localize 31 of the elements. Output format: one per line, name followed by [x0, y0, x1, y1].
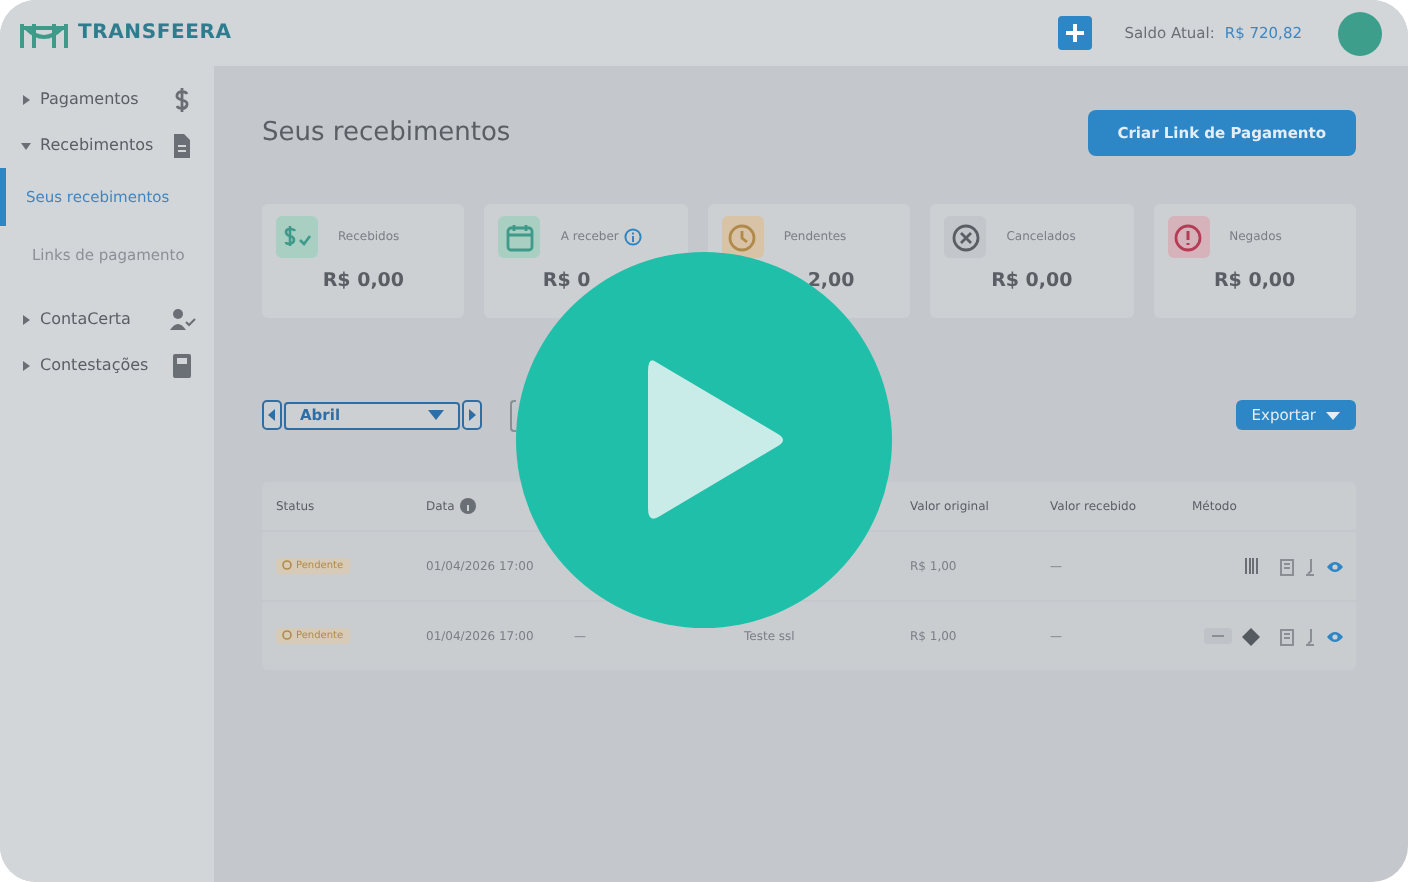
caret-down-icon — [1326, 411, 1340, 419]
diamond-icon — [1242, 627, 1260, 645]
book-icon — [168, 351, 196, 379]
eye-icon[interactable] — [1326, 629, 1344, 643]
clipboard-icon[interactable] — [1280, 557, 1294, 575]
tag-icon — [1204, 628, 1232, 644]
nav-item[interactable]: Pagamentos — [0, 76, 214, 122]
brand-name: TRANSFEERA — [78, 22, 232, 44]
caret-right-icon — [20, 93, 32, 105]
eye-icon[interactable] — [1326, 559, 1344, 573]
barcode-icon — [1244, 556, 1260, 576]
user-check-icon — [168, 305, 196, 333]
stat-value: R$ 0,00 — [1211, 270, 1298, 292]
info-icon — [460, 498, 477, 514]
page-title: Seus recebimentos — [262, 117, 511, 147]
nav-item[interactable]: Contestações — [0, 342, 214, 388]
stat-value: R$ 0,00 — [320, 270, 407, 292]
stat-value: R$ 0,00 — [989, 270, 1075, 292]
stat-value: 2,00 — [805, 270, 857, 292]
next-button-icon[interactable] — [462, 400, 482, 430]
clipboard-icon[interactable] — [1280, 627, 1294, 645]
avatar[interactable] — [1338, 11, 1382, 55]
nav-item[interactable]: ContaCerta — [0, 296, 214, 342]
nav-item[interactable]: Recebimentos — [0, 122, 214, 168]
plus-button-icon[interactable] — [1058, 16, 1093, 50]
previous-button-icon[interactable] — [262, 400, 282, 430]
caret-right-icon — [20, 313, 32, 325]
caret-right-icon — [20, 359, 32, 371]
caret-down-icon — [428, 410, 444, 420]
stat-value: R$ 0 — [540, 270, 593, 292]
caret-down-icon — [20, 139, 32, 151]
